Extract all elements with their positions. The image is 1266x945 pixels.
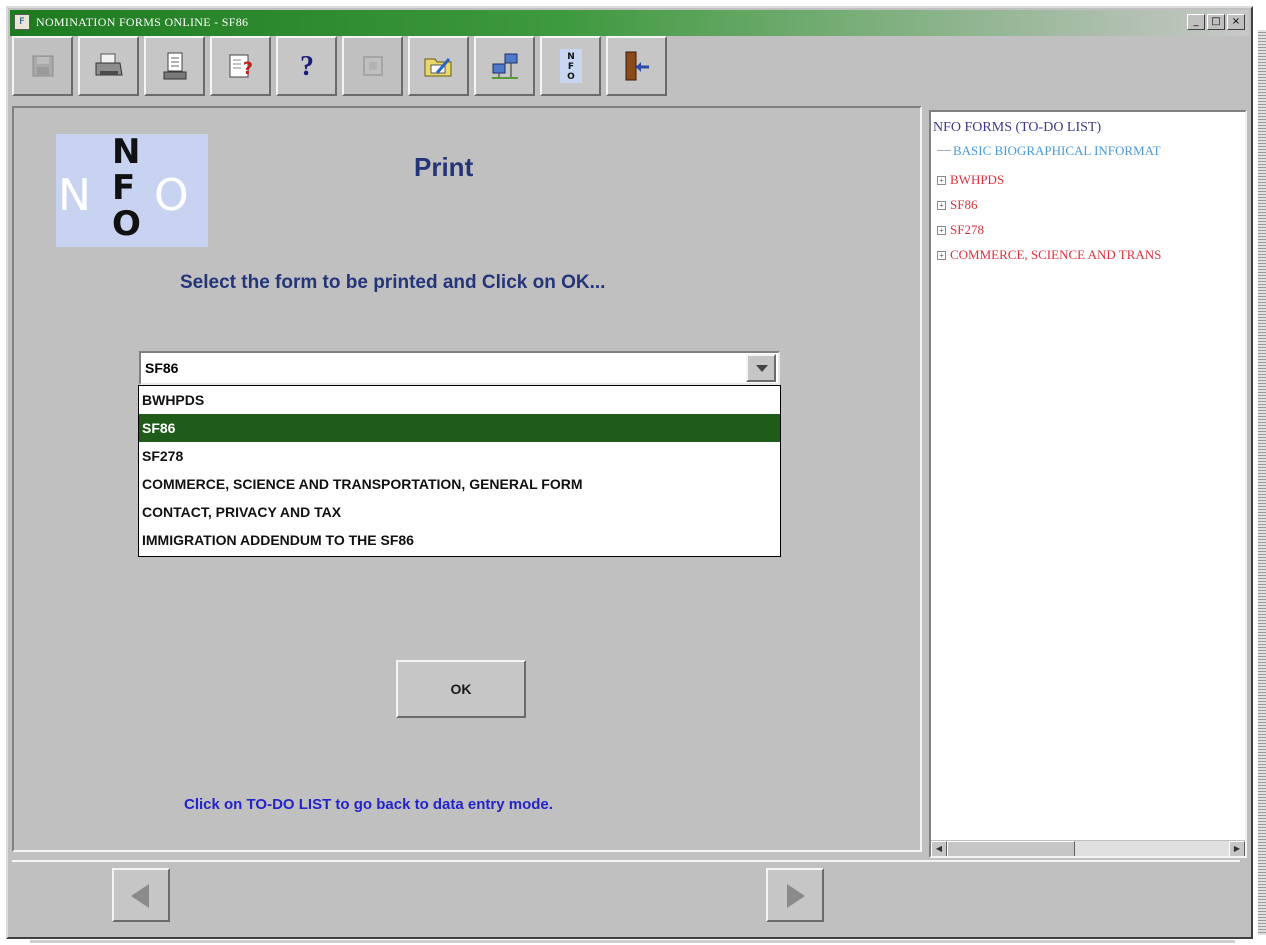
scroll-left-icon[interactable]: ◀: [931, 841, 947, 856]
title-bar[interactable]: F NOMINATION FORMS ONLINE - SF86 _ □ ×: [10, 10, 1249, 36]
exit-button[interactable]: [606, 36, 667, 96]
scrollbar-thumb[interactable]: [947, 841, 1075, 856]
tree-connector: [937, 150, 951, 151]
next-button[interactable]: [766, 868, 824, 922]
tree-item[interactable]: + SF278: [937, 222, 984, 238]
validate-icon: ?: [229, 54, 253, 79]
tree-item[interactable]: + COMMERCE, SCIENCE AND TRANS: [937, 247, 1161, 263]
svg-text:?: ?: [243, 59, 253, 79]
tree-item-label: BWHPDS: [950, 172, 1005, 187]
horizontal-scrollbar[interactable]: ◀ ▶: [931, 840, 1245, 856]
expand-icon[interactable]: +: [937, 226, 946, 235]
preview-button[interactable]: [144, 36, 205, 96]
save-button[interactable]: [12, 36, 73, 96]
window-title: NOMINATION FORMS ONLINE - SF86: [36, 15, 249, 29]
previous-button[interactable]: [112, 868, 170, 922]
nfo-button[interactable]: N F O: [540, 36, 601, 96]
logo-letter-n-horizontal: N: [58, 170, 91, 221]
close-button[interactable]: ×: [1227, 14, 1245, 30]
tree-item-label: SF278: [950, 222, 984, 237]
expand-icon[interactable]: +: [937, 251, 946, 260]
page-title: Print: [414, 152, 474, 182]
dropdown-option-selected[interactable]: SF86: [139, 414, 780, 442]
save-icon: [32, 55, 53, 77]
ok-button[interactable]: OK: [396, 660, 526, 718]
app-icon: F: [14, 14, 30, 30]
window-controls: _ □ ×: [1187, 14, 1245, 30]
scroll-right-icon[interactable]: ▶: [1229, 841, 1245, 856]
network-button[interactable]: [474, 36, 535, 96]
dropdown-option[interactable]: IMMIGRATION ADDENDUM TO THE SF86: [139, 526, 780, 554]
tree-item[interactable]: + BWHPDS: [937, 172, 1004, 188]
print-panel: N F O N O Print Select the form to be pr…: [12, 106, 922, 852]
left-arrow-icon: [131, 884, 149, 908]
logo-letter-n: N: [112, 134, 141, 172]
tree-item-label: COMMERCE, SCIENCE AND TRANS: [950, 247, 1162, 262]
form-dropdown-list: BWHPDS SF86 SF278 COMMERCE, SCIENCE AND …: [138, 385, 781, 557]
window-edge: [1258, 30, 1266, 935]
form-select[interactable]: SF86: [139, 351, 780, 385]
svg-text:?: ?: [300, 51, 314, 81]
dropdown-option[interactable]: CONTACT, PRIVACY AND TAX: [139, 498, 780, 526]
svg-text:O: O: [567, 72, 575, 82]
toolbar: ? ? N F O: [12, 36, 667, 98]
right-arrow-icon: [787, 884, 805, 908]
svg-text:F: F: [567, 62, 573, 72]
print-button[interactable]: [78, 36, 139, 96]
dropdown-option[interactable]: SF278: [139, 442, 780, 470]
svg-text:N: N: [567, 52, 575, 62]
logo-letter-o: O: [112, 204, 141, 244]
disabled-tool-button[interactable]: [342, 36, 403, 96]
exit-icon: [625, 51, 649, 81]
minimize-button[interactable]: _: [1187, 14, 1205, 30]
network-icon: [491, 53, 518, 79]
disabled-tool-icon: [362, 56, 383, 76]
form-select-value: SF86: [145, 360, 179, 376]
help-button[interactable]: ?: [276, 36, 337, 96]
logo-letter-o-horizontal: O: [154, 170, 189, 221]
preview-icon: [163, 52, 186, 80]
tree-item[interactable]: + SF86: [937, 197, 977, 213]
dropdown-arrow-button[interactable]: [746, 354, 776, 382]
navigation-bar: [12, 860, 1240, 922]
folder-edit-icon: [424, 58, 451, 77]
print-icon: [95, 53, 123, 76]
instruction-text: Select the form to be printed and Click …: [180, 272, 606, 293]
folder-edit-button[interactable]: [408, 36, 469, 96]
hint-text: Click on TO-DO LIST to go back to data e…: [184, 796, 553, 813]
logo-letter-f: F: [112, 168, 136, 208]
todo-tree: NFO FORMS (TO-DO LIST) BASIC BIOGRAPHICA…: [929, 110, 1247, 858]
window-edge-bottom: [30, 940, 1235, 943]
nfo-icon: N F O: [559, 49, 582, 83]
dropdown-option[interactable]: COMMERCE, SCIENCE AND TRANSPORTATION, GE…: [139, 470, 780, 498]
validate-button[interactable]: ?: [210, 36, 271, 96]
help-icon: ?: [300, 51, 314, 81]
tree-item-label: BASIC BIOGRAPHICAL INFORMAT: [953, 143, 1161, 158]
expand-icon[interactable]: +: [937, 201, 946, 210]
nfo-logo: N F O N O: [56, 134, 208, 247]
maximize-button[interactable]: □: [1207, 14, 1225, 30]
tree-item-label: SF86: [950, 197, 978, 212]
dropdown-option[interactable]: BWHPDS: [139, 386, 780, 414]
expand-icon[interactable]: +: [937, 176, 946, 185]
tree-item[interactable]: BASIC BIOGRAPHICAL INFORMAT: [937, 143, 1161, 159]
tree-root[interactable]: NFO FORMS (TO-DO LIST): [933, 120, 1101, 136]
